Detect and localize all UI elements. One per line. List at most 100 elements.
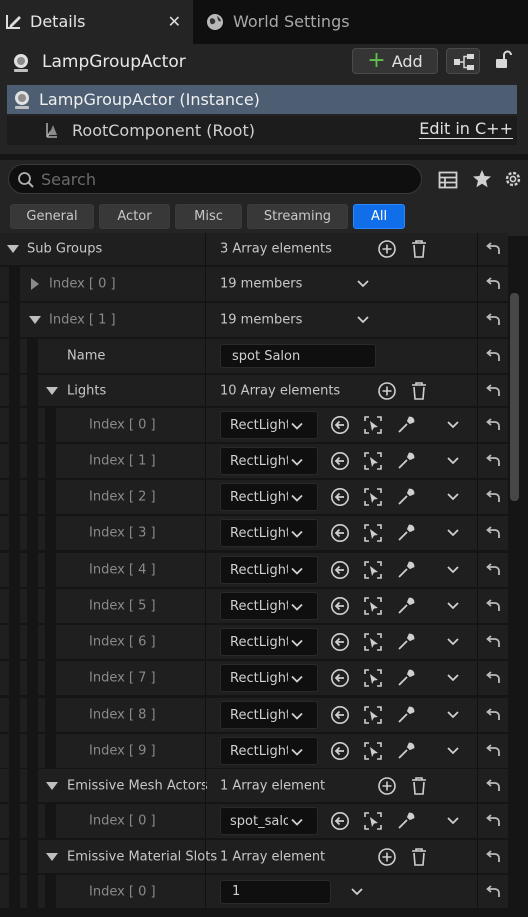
reset-to-default-icon[interactable] — [484, 562, 502, 578]
property-row-emissive-mesh-actors[interactable]: Emissive Mesh Actors 1 Array element — [0, 769, 508, 803]
property-row-light-index-9[interactable]: Index [ 9 ] RectLight — [0, 734, 508, 769]
expand-arrow-icon[interactable] — [31, 278, 39, 290]
filter-misc[interactable]: Misc — [175, 204, 242, 229]
property-row-name[interactable]: Name spot Salon — [0, 339, 508, 374]
reset-to-default-icon[interactable] — [484, 241, 502, 257]
chevron-down-icon[interactable] — [447, 528, 459, 538]
reset-to-default-icon[interactable] — [484, 383, 502, 399]
eyedropper-icon[interactable] — [396, 741, 416, 761]
use-selected-icon[interactable] — [330, 811, 350, 831]
reset-to-default-icon[interactable] — [484, 707, 502, 723]
browse-icon[interactable] — [363, 668, 383, 688]
property-row-light-index-7[interactable]: Index [ 7 ] RectLight — [0, 661, 508, 696]
reset-to-default-icon[interactable] — [484, 417, 502, 433]
eyedropper-icon[interactable] — [396, 451, 416, 471]
actor-picker[interactable]: RectLight — [220, 628, 318, 656]
reset-to-default-icon[interactable] — [484, 453, 502, 469]
trash-icon[interactable] — [410, 776, 428, 796]
chevron-down-icon[interactable] — [447, 673, 459, 683]
property-row-light-index-8[interactable]: Index [ 8 ] RectLight — [0, 698, 508, 733]
property-row-index-0[interactable]: Index [ 0 ] 19 members — [0, 267, 508, 302]
chevron-down-icon[interactable] — [447, 456, 459, 466]
actor-picker[interactable]: RectLight — [220, 483, 318, 511]
chevron-down-icon[interactable] — [447, 710, 459, 720]
reset-to-default-icon[interactable] — [484, 276, 502, 292]
reset-to-default-icon[interactable] — [484, 348, 502, 364]
close-icon[interactable]: ✕ — [168, 12, 181, 31]
name-input[interactable]: spot Salon — [220, 344, 376, 368]
actor-picker[interactable]: RectLight — [220, 701, 318, 729]
reset-to-default-icon[interactable] — [484, 634, 502, 650]
eyedropper-icon[interactable] — [396, 560, 416, 580]
trash-icon[interactable] — [410, 239, 428, 259]
chevron-down-icon[interactable] — [447, 492, 459, 502]
actor-picker[interactable]: RectLight — [220, 592, 318, 620]
eyedropper-icon[interactable] — [396, 523, 416, 543]
reset-to-default-icon[interactable] — [484, 884, 502, 900]
actor-picker[interactable]: RectLight — [220, 664, 318, 692]
browse-icon[interactable] — [363, 632, 383, 652]
browse-icon[interactable] — [363, 705, 383, 725]
trash-icon[interactable] — [410, 847, 428, 867]
actor-picker[interactable]: RectLight — [220, 447, 318, 475]
browse-icon[interactable] — [363, 596, 383, 616]
property-row-light-index-0[interactable]: Index [ 0 ] RectLight — [0, 408, 508, 443]
trash-icon[interactable] — [410, 381, 428, 401]
chevron-down-icon[interactable] — [447, 637, 459, 647]
edit-in-cpp-link[interactable]: Edit in C++ — [419, 120, 513, 139]
property-row-light-index-5[interactable]: Index [ 5 ] RectLight — [0, 589, 508, 624]
browse-icon[interactable] — [363, 741, 383, 761]
use-selected-icon[interactable] — [330, 632, 350, 652]
chevron-down-icon[interactable] — [357, 315, 369, 325]
browse-icon[interactable] — [363, 415, 383, 435]
browse-icon[interactable] — [363, 487, 383, 507]
reset-to-default-icon[interactable] — [484, 743, 502, 759]
actor-picker[interactable]: RectLight — [220, 519, 318, 547]
property-row-index-1[interactable]: Index [ 1 ] 19 members — [0, 303, 508, 338]
property-row-lights[interactable]: Lights 10 Array elements — [0, 375, 508, 407]
property-row-light-index-3[interactable]: Index [ 3 ] RectLight — [0, 516, 508, 551]
table-view-icon[interactable] — [438, 170, 458, 190]
property-row-emissive-material-slots[interactable]: Emissive Material Slots 1 Array element — [0, 840, 508, 874]
use-selected-icon[interactable] — [330, 451, 350, 471]
actor-picker[interactable]: RectLight — [220, 556, 318, 584]
tab-world-settings[interactable]: World Settings — [200, 0, 400, 44]
tab-details[interactable]: Details ✕ — [0, 0, 193, 44]
reset-to-default-icon[interactable] — [484, 598, 502, 614]
star-icon[interactable] — [472, 169, 492, 189]
reset-to-default-icon[interactable] — [484, 525, 502, 541]
component-root[interactable]: RootComponent (Root) Edit in C++ — [7, 116, 517, 145]
gear-icon[interactable] — [503, 169, 523, 189]
filter-streaming[interactable]: Streaming — [247, 204, 348, 229]
use-selected-icon[interactable] — [330, 487, 350, 507]
filter-general[interactable]: General — [10, 204, 94, 229]
actor-picker[interactable]: RectLight — [220, 737, 318, 765]
browse-icon[interactable] — [363, 811, 383, 831]
use-selected-icon[interactable] — [330, 560, 350, 580]
chevron-down-icon[interactable] — [447, 565, 459, 575]
property-row-light-index-4[interactable]: Index [ 4 ] RectLight — [0, 553, 508, 588]
use-selected-icon[interactable] — [330, 741, 350, 761]
chevron-down-icon[interactable] — [357, 279, 369, 289]
use-selected-icon[interactable] — [330, 523, 350, 543]
expand-arrow-icon[interactable] — [29, 316, 41, 324]
expand-arrow-icon[interactable] — [46, 852, 58, 861]
eyedropper-icon[interactable] — [396, 811, 416, 831]
reset-to-default-icon[interactable] — [484, 312, 502, 328]
property-row-emissive-slots-index-0[interactable]: Index [ 0 ] 1 — [0, 875, 508, 909]
eyedropper-icon[interactable] — [396, 632, 416, 652]
add-element-icon[interactable] — [377, 381, 397, 401]
slot-number-input[interactable]: 1 — [220, 879, 331, 904]
eyedropper-icon[interactable] — [396, 705, 416, 725]
reset-to-default-icon[interactable] — [484, 849, 502, 865]
browse-icon[interactable] — [363, 451, 383, 471]
browse-icon[interactable] — [363, 523, 383, 543]
property-row-light-index-2[interactable]: Index [ 2 ] RectLight — [0, 480, 508, 515]
expand-arrow-icon[interactable] — [46, 781, 58, 790]
chevron-down-icon[interactable] — [447, 746, 459, 756]
expand-arrow-icon[interactable] — [46, 386, 58, 395]
use-selected-icon[interactable] — [330, 596, 350, 616]
use-selected-icon[interactable] — [330, 668, 350, 688]
actor-picker[interactable]: spot_salon — [220, 807, 318, 835]
use-selected-icon[interactable] — [330, 415, 350, 435]
